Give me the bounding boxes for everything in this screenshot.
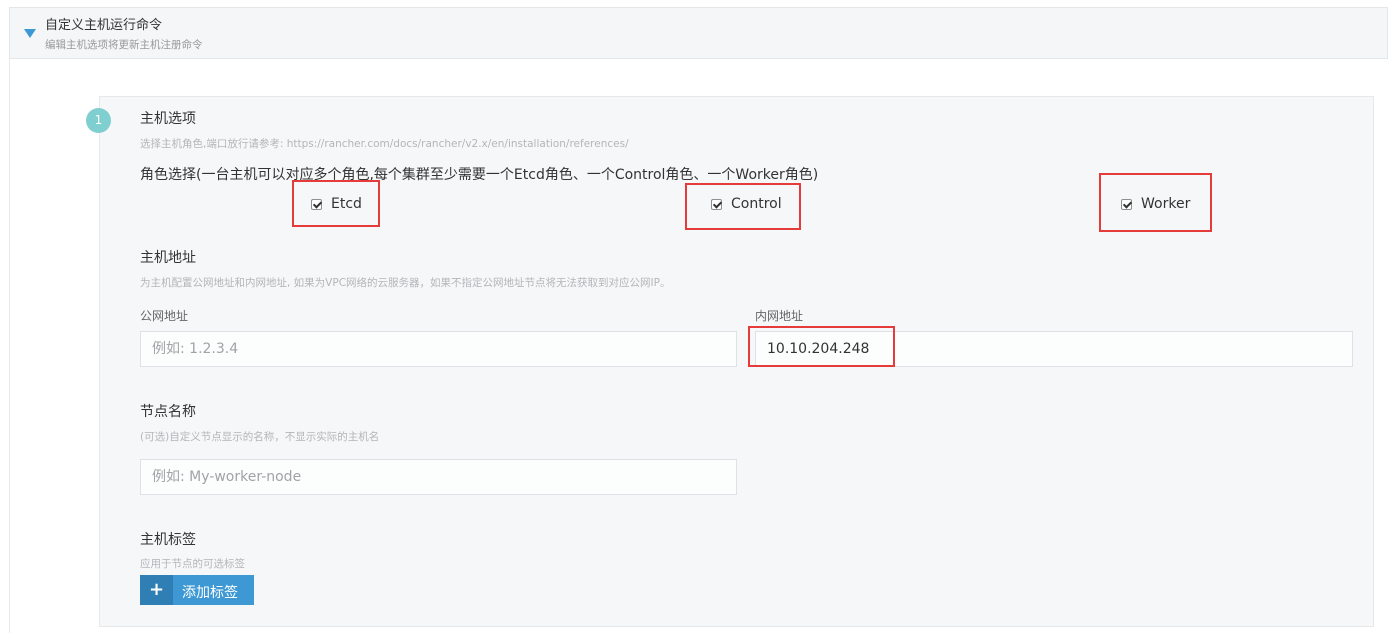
add-label-button-text: 添加标签 bbox=[182, 585, 238, 601]
host-options-title: 主机选项 bbox=[140, 111, 196, 127]
section-subtitle: 编辑主机选项将更新主机注册命令 bbox=[45, 39, 203, 51]
highlight-box-etcd bbox=[292, 180, 380, 227]
node-name-title: 节点名称 bbox=[140, 404, 196, 420]
caret-down-icon[interactable] bbox=[24, 29, 36, 38]
highlight-box-worker bbox=[1099, 173, 1212, 232]
host-options-hint: 选择主机角色,端口放行请参考: https://rancher.com/docs… bbox=[140, 138, 629, 150]
node-name-input[interactable] bbox=[140, 459, 737, 495]
labels-hint: 应用于节点的可选标签 bbox=[140, 558, 245, 570]
node-name-hint: (可选)自定义节点显示的名称，不显示实际的主机名 bbox=[140, 431, 380, 443]
internal-address-label: 内网地址 bbox=[755, 309, 804, 323]
section-header[interactable]: 自定义主机运行命令 编辑主机选项将更新主机注册命令 bbox=[9, 7, 1388, 59]
address-hint: 为主机配置公网地址和内网地址, 如果为VPC网络的云服务器，如果不指定公网地址节… bbox=[140, 277, 671, 289]
public-address-input[interactable] bbox=[140, 331, 737, 367]
add-label-button[interactable]: + 添加标签 bbox=[140, 575, 254, 605]
highlight-box-control bbox=[685, 183, 801, 230]
plus-icon: + bbox=[140, 575, 173, 605]
address-title: 主机地址 bbox=[140, 250, 196, 266]
step-number-badge: 1 bbox=[86, 108, 111, 133]
section-title: 自定义主机运行命令 bbox=[45, 18, 163, 33]
public-address-label: 公网地址 bbox=[140, 309, 189, 323]
roles-label: 角色选择(一台主机可以对应多个角色,每个集群至少需要一个Etcd角色、一个Con… bbox=[140, 167, 819, 183]
highlight-box-internal-address bbox=[748, 326, 895, 367]
labels-title: 主机标签 bbox=[140, 532, 196, 548]
